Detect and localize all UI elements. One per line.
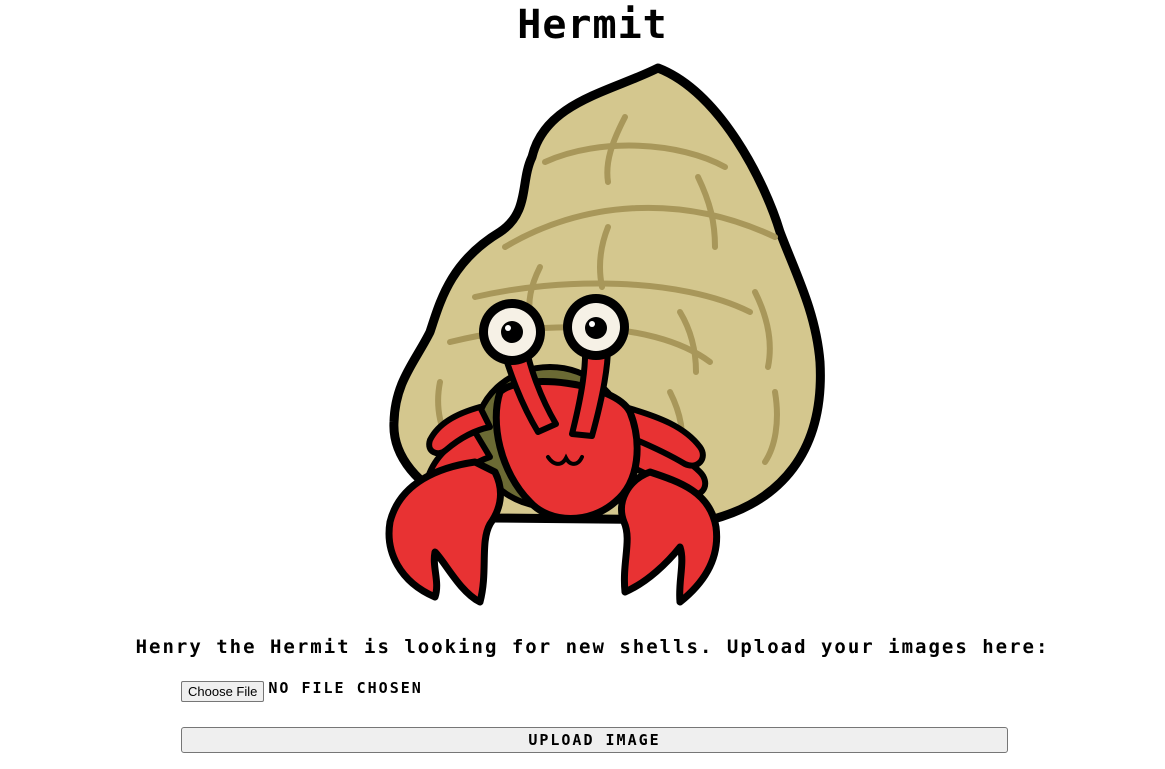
left-claw [385, 458, 504, 606]
file-input[interactable]: Choose File No file chosen [181, 679, 423, 702]
file-status: No file chosen [268, 679, 423, 697]
tagline: Henry the Hermit is looking for new shel… [135, 636, 1050, 658]
page-title: Hermit [517, 2, 668, 48]
choose-file-button[interactable]: Choose File [181, 680, 265, 702]
upload-image-button[interactable]: Upload Image [181, 727, 1008, 753]
hermit-crab-illustration [385, 63, 825, 606]
